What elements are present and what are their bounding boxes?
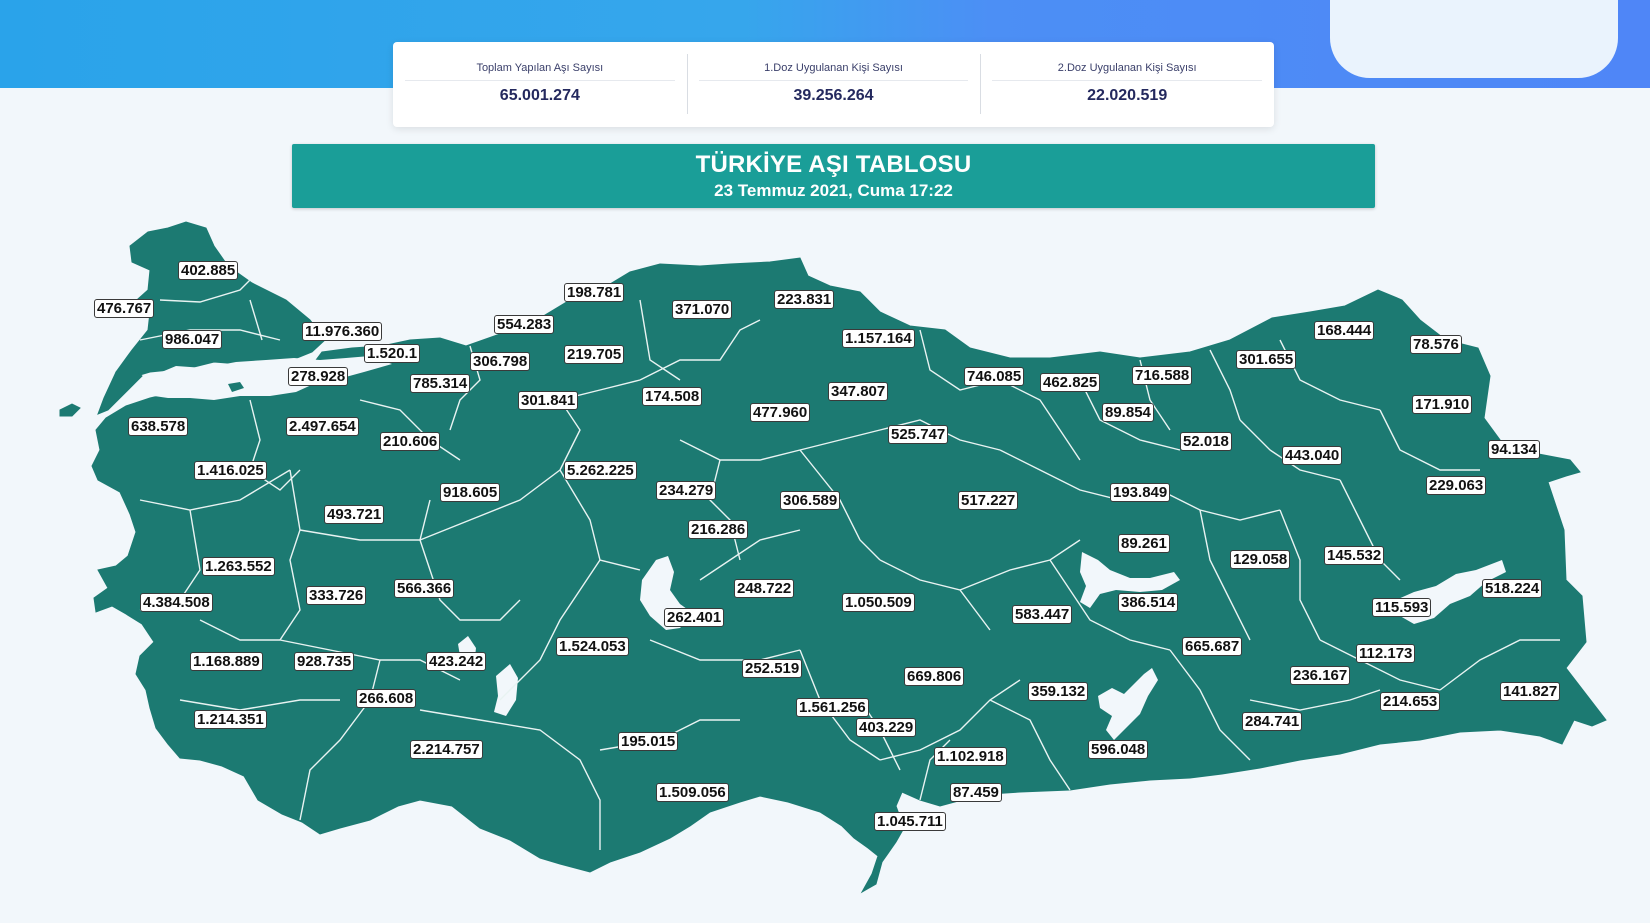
province-label: 2.497.654 (286, 417, 359, 436)
province-label: 216.286 (688, 520, 749, 539)
province-label: 210.606 (380, 432, 441, 451)
province-label: 236.167 (1290, 666, 1351, 685)
province-label: 1.102.918 (934, 747, 1007, 766)
province-label: 928.735 (294, 652, 355, 671)
province-label: 583.447 (1012, 605, 1073, 624)
province-label: 11.976.360 (302, 322, 383, 341)
province-label: 477.960 (750, 403, 811, 422)
province-label: 171.910 (1412, 395, 1473, 414)
province-label: 278.928 (288, 367, 349, 386)
province-label: 219.705 (564, 345, 625, 364)
province-label: 669.806 (904, 667, 965, 686)
province-label: 1.416.025 (194, 461, 267, 480)
province-label: 306.798 (470, 352, 531, 371)
province-label: 1.561.256 (796, 698, 869, 717)
province-label: 234.279 (656, 481, 717, 500)
province-label: 129.058 (1230, 550, 1291, 569)
province-label: 518.224 (1482, 579, 1543, 598)
province-label: 1.050.509 (842, 593, 915, 612)
province-label: 174.508 (642, 387, 703, 406)
province-label: 1.263.552 (202, 557, 275, 576)
province-label: 168.444 (1314, 321, 1375, 340)
imbros-island (59, 403, 81, 417)
province-label: 462.825 (1040, 373, 1101, 392)
province-label: 476.767 (94, 299, 155, 318)
province-label: 2.214.757 (410, 740, 483, 759)
province-label: 112.173 (1356, 644, 1416, 663)
province-label: 746.085 (964, 367, 1025, 386)
province-label: 252.519 (742, 659, 803, 678)
province-label: 986.047 (162, 330, 223, 349)
province-label: 229.063 (1426, 476, 1487, 495)
province-label: 262.401 (664, 608, 725, 627)
province-label: 1.520.1 (364, 344, 421, 363)
province-label: 1.214.351 (194, 710, 267, 729)
province-label: 301.841 (518, 391, 579, 410)
province-label: 371.070 (672, 300, 733, 319)
province-label: 554.283 (494, 315, 555, 334)
province-label: 198.781 (564, 283, 625, 302)
province-label: 301.655 (1236, 350, 1297, 369)
province-label: 525.747 (888, 425, 949, 444)
province-label: 1.524.053 (556, 637, 629, 656)
province-label: 359.132 (1028, 682, 1089, 701)
province-label: 223.831 (774, 290, 835, 309)
province-label: 1.157.164 (842, 329, 915, 348)
province-label: 566.366 (394, 579, 455, 598)
province-label: 638.578 (128, 417, 189, 436)
province-label: 665.687 (1182, 637, 1243, 656)
province-label: 785.314 (410, 374, 471, 393)
province-label: 5.262.225 (564, 461, 637, 480)
province-label: 402.885 (178, 261, 239, 280)
province-label: 87.459 (950, 783, 1002, 802)
province-label: 214.653 (1380, 692, 1441, 711)
province-label: 493.721 (324, 505, 385, 524)
province-label: 1.168.889 (190, 652, 263, 671)
province-label: 716.588 (1132, 366, 1193, 385)
province-label: 347.807 (828, 382, 889, 401)
province-label: 403.229 (856, 718, 917, 737)
province-label: 333.726 (306, 586, 367, 605)
province-label: 115.593 (1372, 598, 1432, 617)
province-label: 284.741 (1242, 712, 1303, 731)
province-label: 52.018 (1180, 432, 1232, 451)
province-label: 918.605 (440, 483, 501, 502)
province-label: 89.261 (1118, 534, 1170, 553)
province-label: 89.854 (1102, 403, 1154, 422)
province-label: 78.576 (1410, 335, 1462, 354)
province-label: 386.514 (1118, 593, 1179, 612)
province-label: 306.589 (780, 491, 841, 510)
province-label: 193.849 (1110, 483, 1171, 502)
province-label: 248.722 (734, 579, 795, 598)
province-label: 94.134 (1488, 440, 1540, 459)
province-label: 1.509.056 (656, 783, 729, 802)
province-label: 145.532 (1324, 546, 1385, 565)
province-label: 195.015 (618, 732, 679, 751)
province-label: 517.227 (958, 491, 1019, 510)
province-label: 1.045.711 (874, 812, 946, 831)
province-label: 423.242 (426, 652, 487, 671)
province-label: 596.048 (1088, 740, 1149, 759)
province-label: 4.384.508 (140, 593, 213, 612)
anatolia-mainland (91, 257, 1607, 894)
province-label: 141.827 (1500, 682, 1561, 701)
province-label: 443.040 (1282, 446, 1343, 465)
province-label: 266.608 (356, 689, 417, 708)
